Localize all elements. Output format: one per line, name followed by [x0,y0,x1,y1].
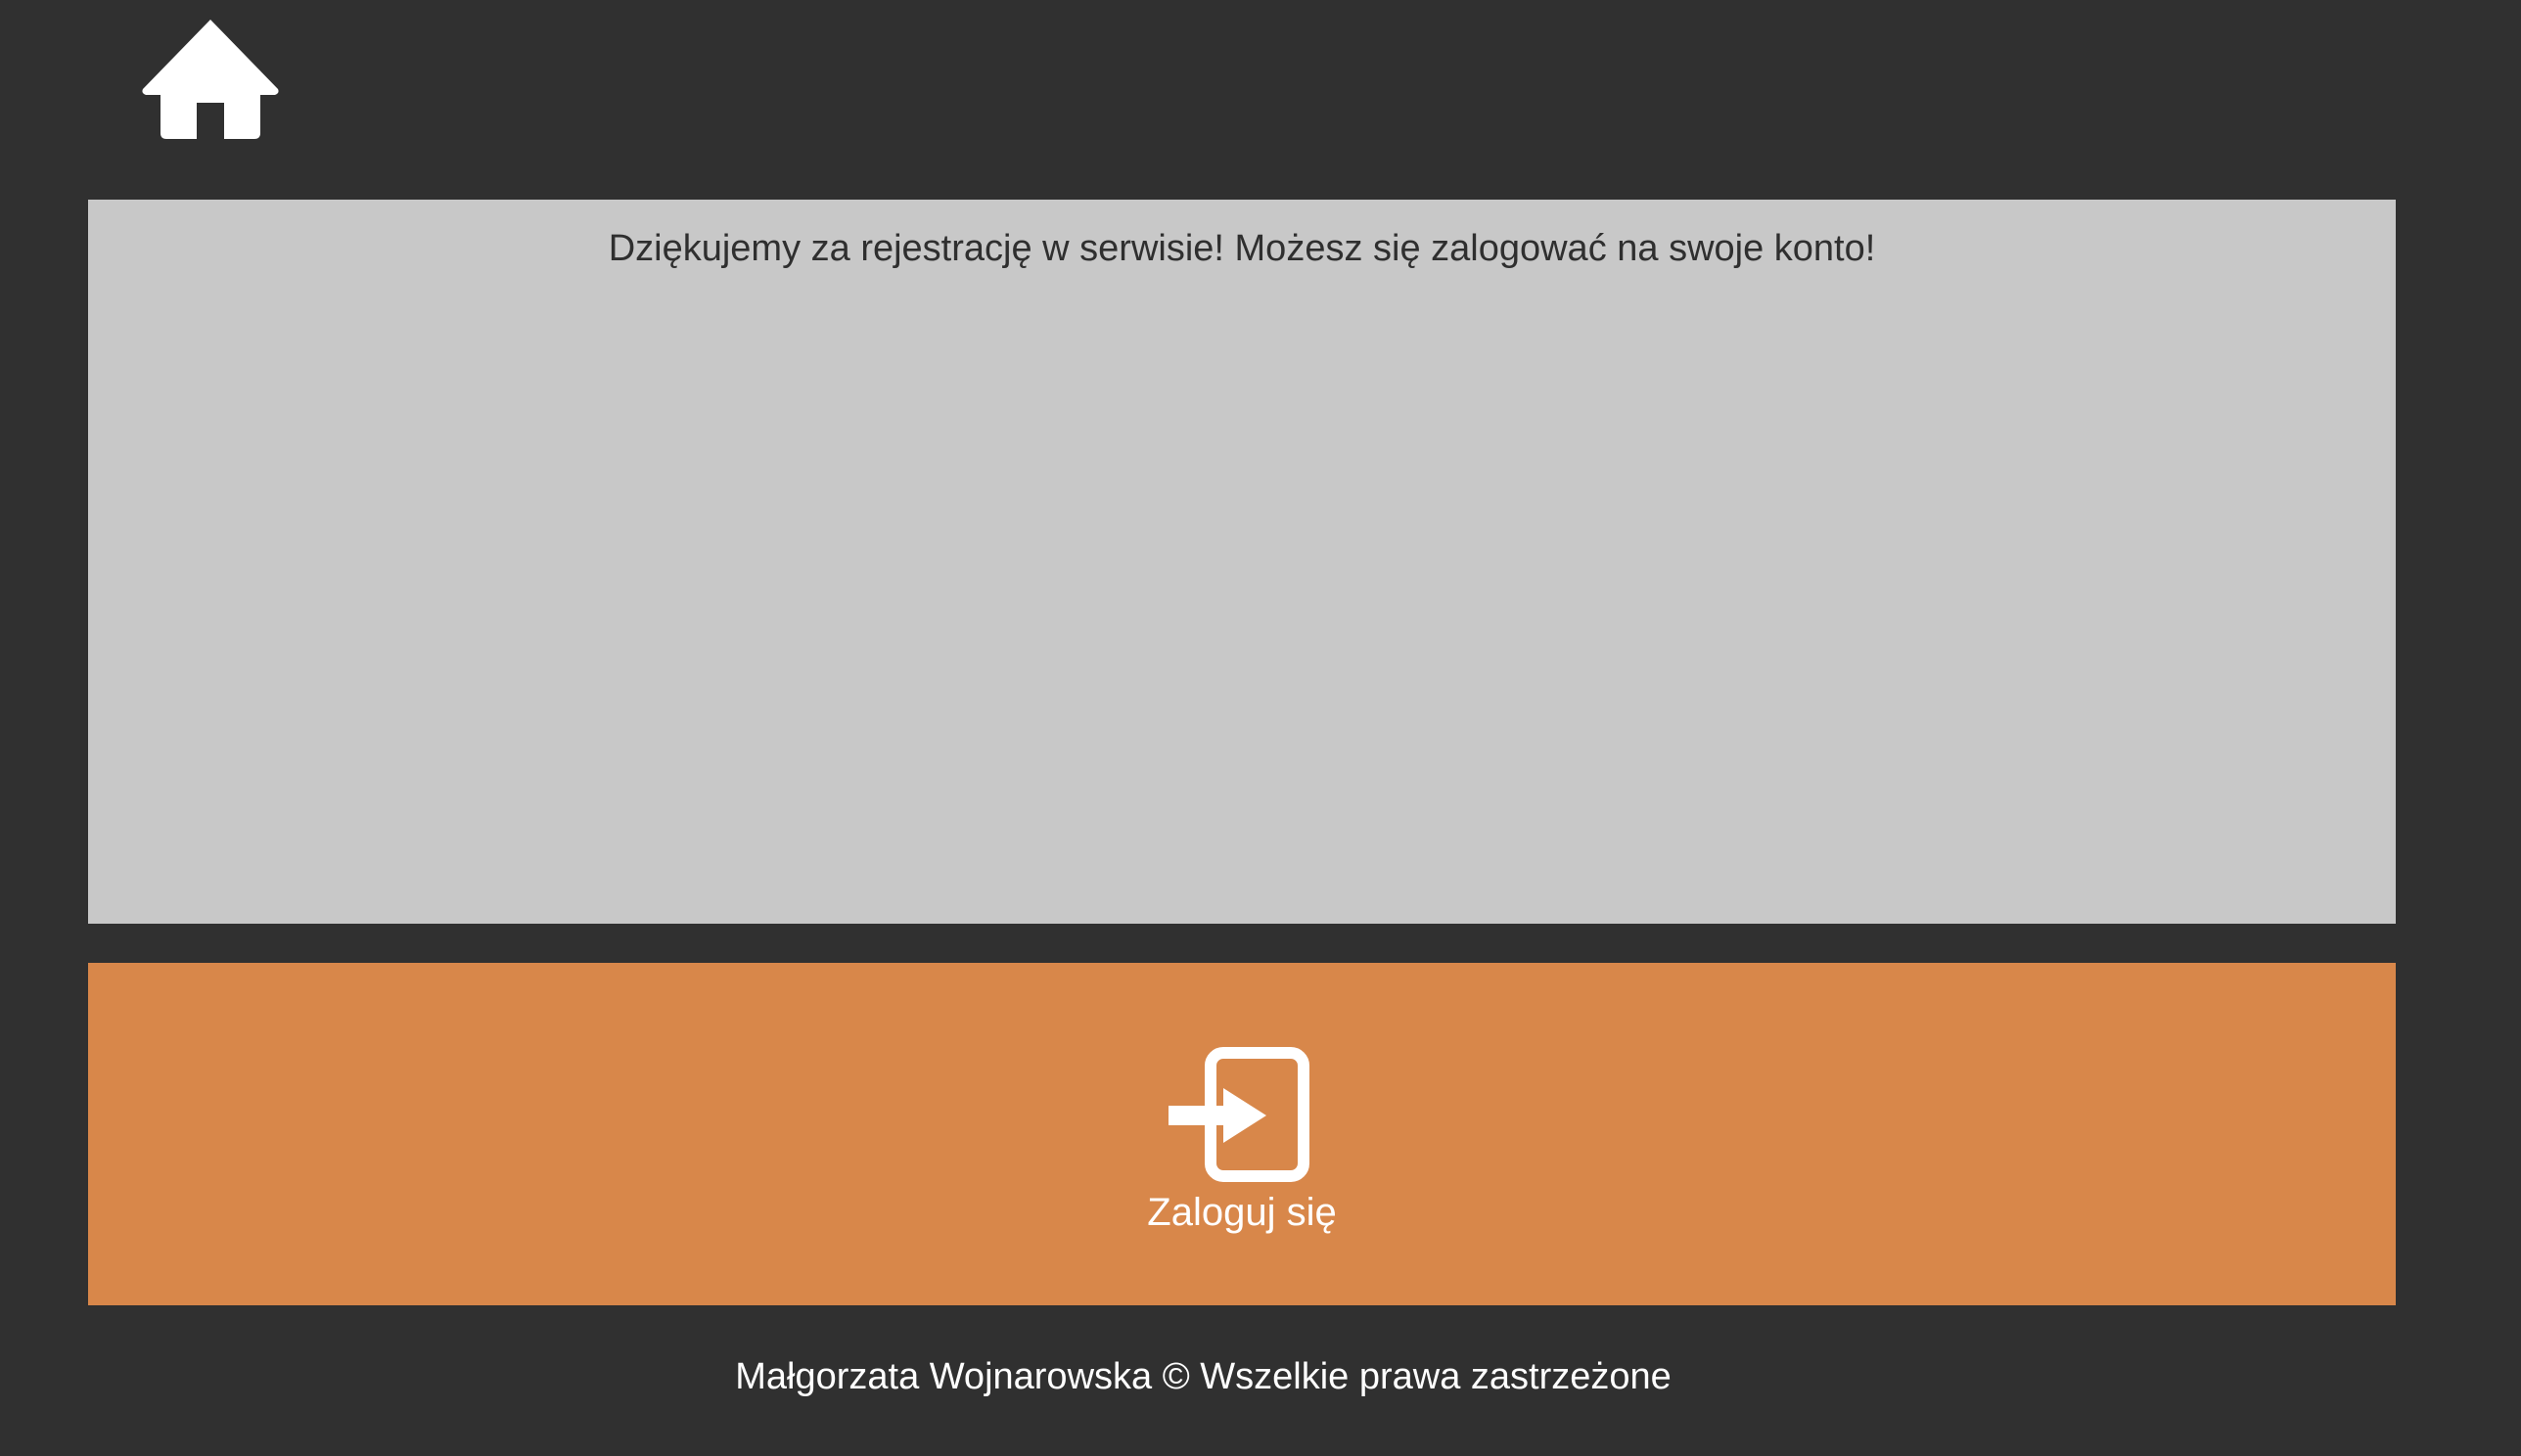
footer-copyright: Małgorzata Wojnarowska © Wszelkie prawa … [735,1356,1672,1397]
login-label: Zaloguj się [1147,1191,1337,1234]
sign-in-icon [1169,1047,1309,1182]
registration-success-message: Dziękujemy za rejestrację w serwisie! Mo… [608,228,1876,269]
message-panel: Dziękujemy za rejestrację w serwisie! Mo… [88,200,2396,924]
home-icon [142,20,279,139]
login-button[interactable]: Zaloguj się [88,963,2396,1305]
home-link[interactable] [142,18,279,141]
